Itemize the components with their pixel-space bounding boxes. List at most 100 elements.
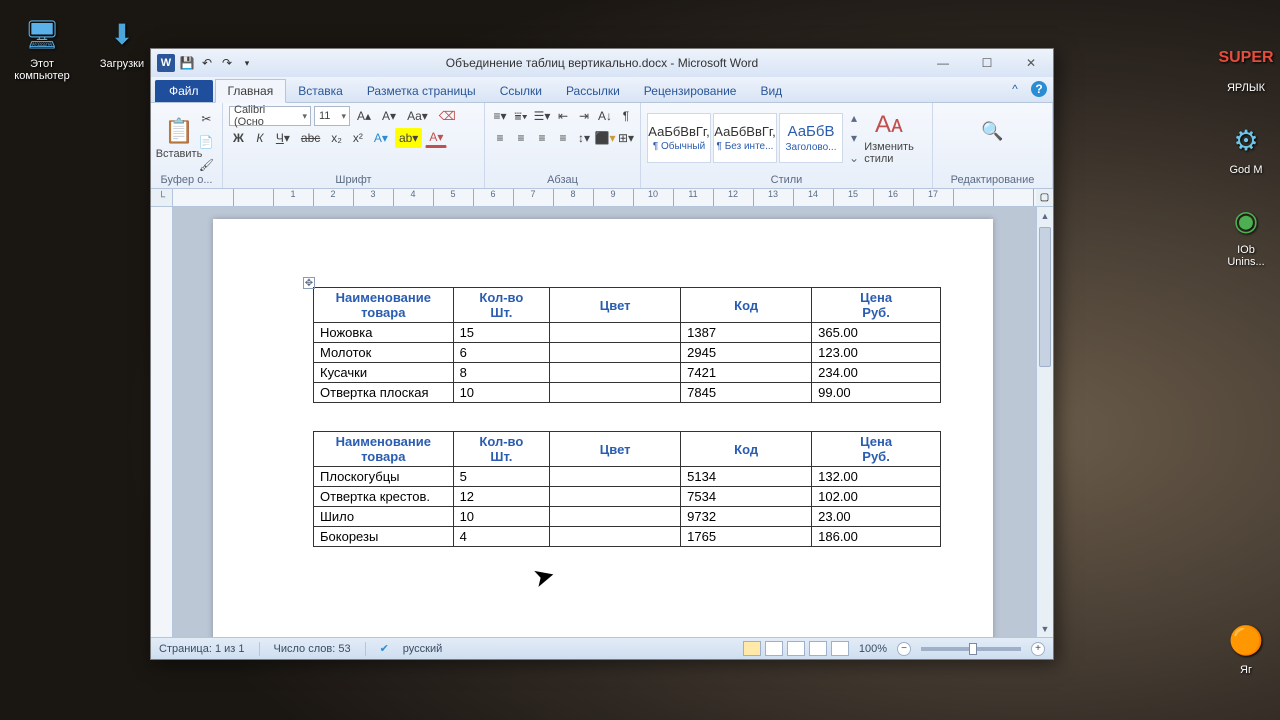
desktop-icon-downloads[interactable]: ⬇Загрузки [86,14,158,70]
minimize-button[interactable]: — [921,49,965,77]
style-heading1[interactable]: АаБбВЗаголово... [779,113,843,163]
table-cell[interactable]: 4 [453,527,550,547]
table-cell[interactable]: Отвертка плоская [314,383,454,403]
table-cell[interactable]: Ножовка [314,323,454,343]
vertical-scrollbar[interactable]: ▲ ▼ [1036,207,1053,637]
ruler-vertical[interactable] [151,207,173,637]
format-painter-button[interactable]: 🖌 [195,155,218,175]
table-row[interactable]: Отвертка плоская10 784599.00 [314,383,941,403]
status-language[interactable]: русский [403,643,442,655]
cut-button[interactable]: ✂ [195,109,218,129]
line-spacing-button[interactable]: ↕▾ [575,128,593,148]
table-header[interactable]: Наименование товара [314,432,454,467]
table-cell[interactable]: Бокорезы [314,527,454,547]
table-row[interactable]: Шило10973223.00 [314,507,941,527]
tab-insert[interactable]: Вставка [286,80,355,102]
table-cell[interactable]: 1765 [681,527,812,547]
save-icon[interactable]: 💾 [179,55,195,71]
table-cell[interactable] [550,507,681,527]
table-cell[interactable]: 2945 [681,343,812,363]
table-cell[interactable]: 9732 [681,507,812,527]
table-cell[interactable]: Отвертка крестов. [314,487,454,507]
italic-button[interactable]: К [251,128,269,148]
qat-dropdown-icon[interactable]: ▾ [239,55,255,71]
table-cell[interactable]: 186.00 [812,527,941,547]
scroll-down-icon[interactable]: ▼ [1037,620,1053,637]
table-cell[interactable]: Молоток [314,343,454,363]
desktop-icon-this-pc[interactable]: 🖥Этот компьютер [6,14,78,82]
zoom-level[interactable]: 100% [859,643,887,655]
tab-home[interactable]: Главная [215,79,287,103]
table-header[interactable]: Кол-во Шт. [453,432,550,467]
table-cell[interactable]: 5134 [681,467,812,487]
table-cell[interactable]: 7845 [681,383,812,403]
proofing-icon[interactable]: ✔ [380,642,389,655]
table-row[interactable]: Плоскогубцы55134132.00 [314,467,941,487]
tab-references[interactable]: Ссылки [488,80,554,102]
table-row[interactable]: Кусачки87421234.00 [314,363,941,383]
font-size-select[interactable]: 11 [314,106,350,126]
table-1[interactable]: Наименование товараКол-во Шт.ЦветКодЦена… [313,287,941,403]
shrink-font-button[interactable]: A▾ [378,106,400,126]
style-nospacing[interactable]: АаБбВвГг,¶ Без инте... [713,113,777,163]
table-move-handle[interactable]: ✥ [303,277,315,289]
table-cell[interactable]: 23.00 [812,507,941,527]
table-header[interactable]: Код [681,432,812,467]
tab-review[interactable]: Рецензирование [632,80,749,102]
titlebar[interactable]: W 💾 ↶ ↷ ▾ Объединение таблиц вертикально… [151,49,1053,77]
zoom-thumb[interactable] [969,643,977,655]
table-cell[interactable]: 132.00 [812,467,941,487]
view-print-button[interactable] [743,641,761,656]
bold-button[interactable]: Ж [229,128,248,148]
table-header[interactable]: Цена Руб. [812,288,941,323]
view-outline-button[interactable] [809,641,827,656]
table-cell[interactable]: 99.00 [812,383,941,403]
table-row[interactable]: Бокорезы4 1765186.00 [314,527,941,547]
desktop-icon-fruit[interactable]: 🟠Яг [1210,620,1280,676]
change-case-button[interactable]: Aa▾ [403,106,432,126]
bullets-button[interactable]: ≡▾ [491,106,509,126]
table-cell[interactable]: 1387 [681,323,812,343]
clear-format-button[interactable]: ⌫ [435,106,460,126]
table-header[interactable]: Цвет [550,288,681,323]
superscript-button[interactable]: x² [349,128,367,148]
highlight-button[interactable]: ab▾ [395,128,422,148]
table-cell[interactable]: 7534 [681,487,812,507]
word-app-icon[interactable]: W [157,54,175,72]
table-row[interactable]: Ножовка151387365.00 [314,323,941,343]
view-web-button[interactable] [787,641,805,656]
status-words[interactable]: Число слов: 53 [274,643,351,655]
table-cell[interactable]: 234.00 [812,363,941,383]
status-page[interactable]: Страница: 1 из 1 [159,643,245,655]
copy-button[interactable]: 📄 [195,132,218,152]
table-cell[interactable]: 6 [453,343,550,363]
tab-file[interactable]: Файл [155,80,213,102]
table-header[interactable]: Наименование товара [314,288,454,323]
desktop-icon-godmode[interactable]: ⚙God M [1210,120,1280,176]
table-cell[interactable] [550,487,681,507]
ruler-corner[interactable]: └ [151,189,173,207]
table-header[interactable]: Код [681,288,812,323]
font-name-select[interactable]: Calibri (Осно [229,106,311,126]
table-cell[interactable]: 12 [453,487,550,507]
zoom-in-button[interactable]: + [1031,642,1045,656]
strikethrough-button[interactable]: abc [297,128,324,148]
table-cell[interactable]: 5 [453,467,550,487]
table-header[interactable]: Цвет [550,432,681,467]
table-cell[interactable] [550,323,681,343]
table-cell[interactable]: 102.00 [812,487,941,507]
align-left-button[interactable]: ≡ [491,128,509,148]
table-row[interactable]: Отвертка крестов.12 7534102.00 [314,487,941,507]
justify-button[interactable]: ≡ [554,128,572,148]
style-normal[interactable]: АаБбВвГг,¶ Обычный [647,113,711,163]
table-cell[interactable]: 15 [453,323,550,343]
zoom-slider[interactable] [921,647,1021,651]
font-color-button[interactable]: A▾ [425,128,447,148]
table-cell[interactable]: 10 [453,383,550,403]
borders-button[interactable]: ⊞▾ [617,128,635,148]
desktop-icon-iobit[interactable]: ◉IOb Unins... [1210,200,1280,268]
text-effects-button[interactable]: A▾ [370,128,392,148]
scroll-thumb[interactable] [1039,227,1051,367]
table-header[interactable]: Кол-во Шт. [453,288,550,323]
multilevel-button[interactable]: ☰▾ [533,106,551,126]
